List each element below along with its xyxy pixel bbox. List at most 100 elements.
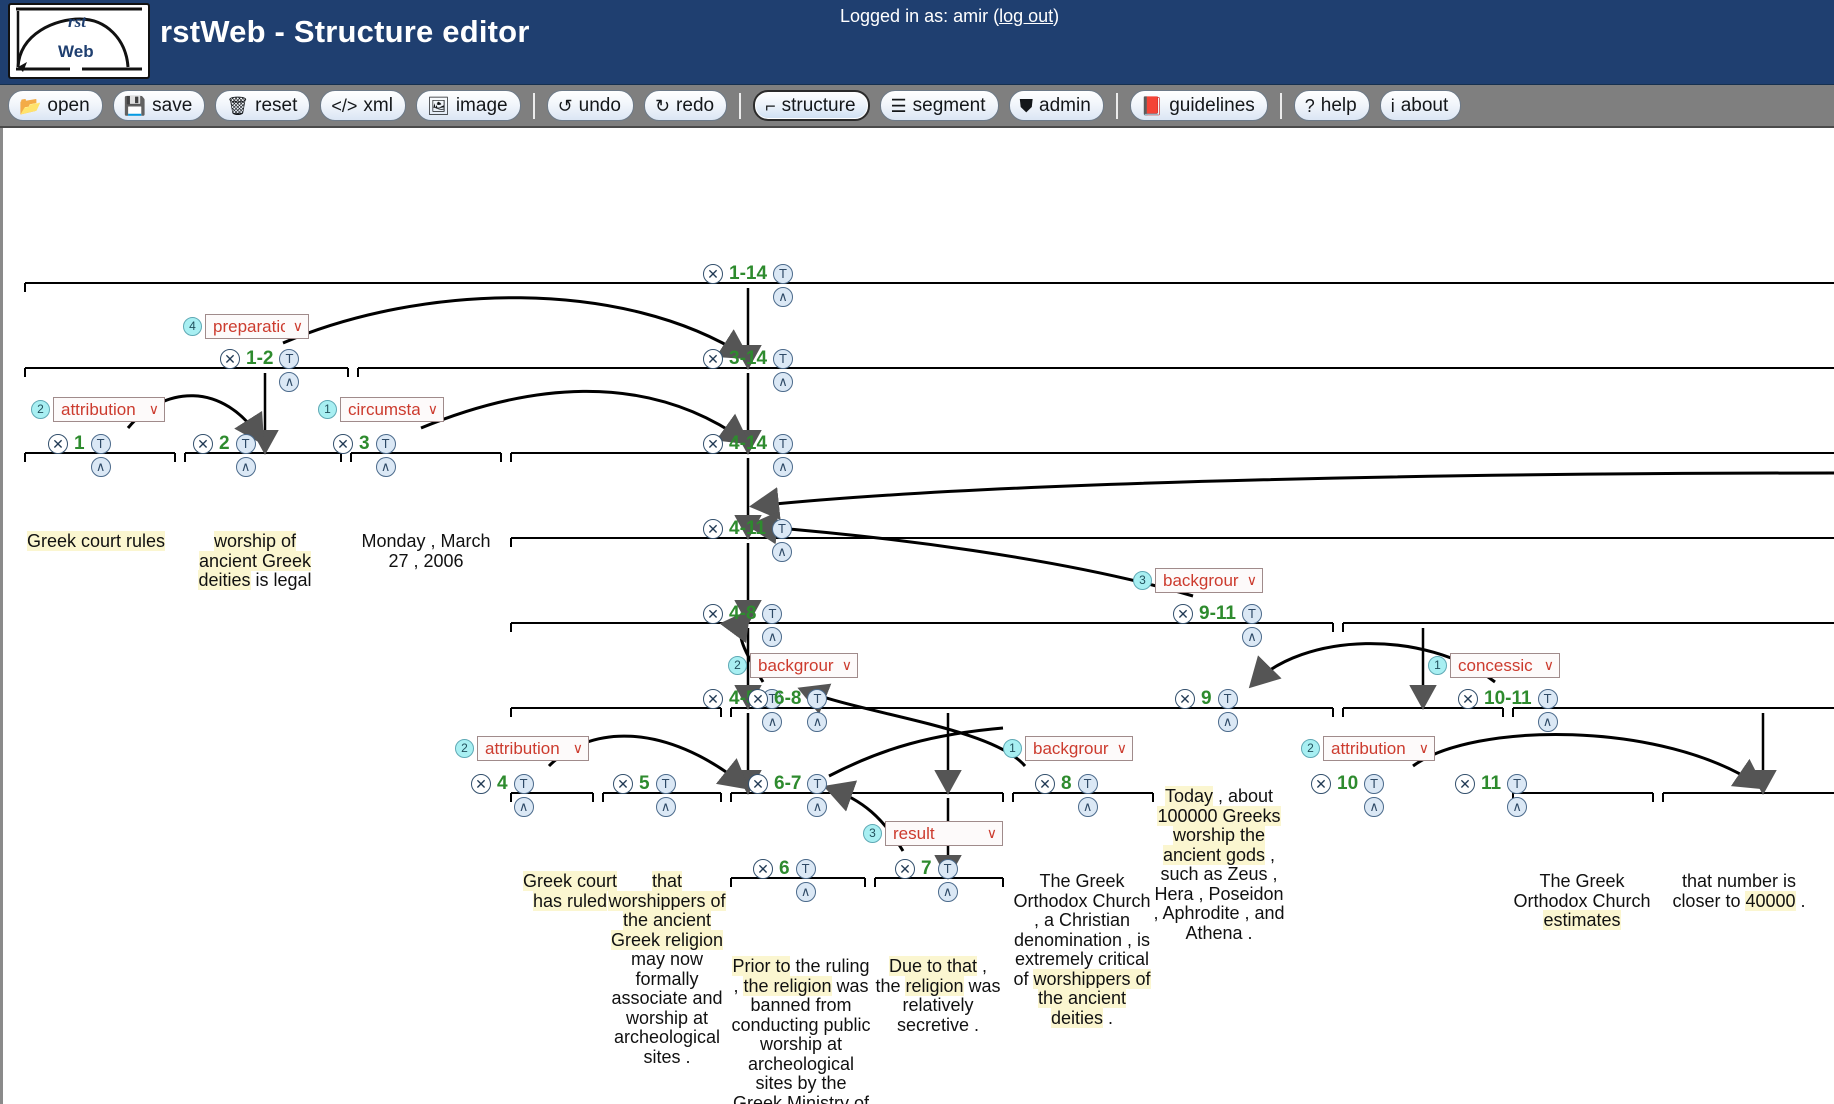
edu-text-8[interactable]: The Greek Orthodox Church , a Christian … bbox=[1013, 871, 1151, 1028]
caret-up-icon[interactable]: ∧ bbox=[90, 457, 111, 477]
tree-node-1-14[interactable]: ✕ 1-14 T ∧ bbox=[703, 264, 794, 307]
caret-up-icon[interactable]: ∧ bbox=[1507, 797, 1528, 817]
text-node-icon[interactable]: T bbox=[773, 434, 794, 454]
toolbar-button-admin[interactable]: ⛊ admin bbox=[1008, 90, 1104, 121]
tree-node-11[interactable]: ✕ 11 T ∧ bbox=[1455, 774, 1528, 817]
node-id-label[interactable]: 3 bbox=[357, 434, 372, 454]
tree-node-1[interactable]: ✕ 1 T ∧ bbox=[48, 434, 111, 477]
delete-node-icon[interactable]: ✕ bbox=[1458, 689, 1478, 709]
caret-up-icon[interactable]: ∧ bbox=[1217, 712, 1238, 732]
tree-node-5[interactable]: ✕ 5 T ∧ bbox=[613, 774, 676, 817]
toolbar-button-about[interactable]: i about bbox=[1379, 90, 1462, 121]
text-node-icon[interactable]: T bbox=[1217, 689, 1238, 709]
node-id-label[interactable]: 4-11 bbox=[727, 519, 768, 539]
node-id-label[interactable]: 9 bbox=[1199, 689, 1214, 709]
tree-node-4-8[interactable]: ✕ 4-8 T ∧ bbox=[703, 604, 783, 647]
text-node-icon[interactable]: T bbox=[1077, 774, 1098, 794]
relation-select-background[interactable]: backgrour ∨ bbox=[750, 653, 858, 678]
relation-group-background[interactable]: 2 backgrour ∨ bbox=[728, 653, 858, 678]
toolbar-button-structure[interactable]: ⌐ structure bbox=[753, 90, 870, 121]
caret-up-icon[interactable]: ∧ bbox=[279, 372, 300, 392]
delete-node-icon[interactable]: ✕ bbox=[1175, 689, 1195, 709]
delete-node-icon[interactable]: ✕ bbox=[1035, 774, 1055, 794]
text-node-icon[interactable]: T bbox=[807, 689, 828, 709]
relation-group-background[interactable]: 3 backgrour ∨ bbox=[1133, 568, 1263, 593]
delete-node-icon[interactable]: ✕ bbox=[703, 604, 723, 624]
relation-group-concession[interactable]: 1 concessic ∨ bbox=[1428, 653, 1560, 678]
relation-order-badge[interactable]: 2 bbox=[1301, 739, 1320, 758]
relation-select-result[interactable]: result ∨ bbox=[885, 821, 1003, 846]
relation-order-badge[interactable]: 2 bbox=[455, 739, 474, 758]
node-id-label[interactable]: 10 bbox=[1335, 774, 1360, 794]
caret-up-icon[interactable]: ∧ bbox=[655, 797, 676, 817]
tree-node-9-11[interactable]: ✕ 9-11 T ∧ bbox=[1173, 604, 1262, 647]
node-id-label[interactable]: 8 bbox=[1059, 774, 1074, 794]
toolbar-button-redo[interactable]: ↻ redo bbox=[643, 90, 728, 121]
node-id-label[interactable]: 1-2 bbox=[244, 349, 275, 369]
delete-node-icon[interactable]: ✕ bbox=[193, 434, 213, 454]
relation-order-badge[interactable]: 4 bbox=[183, 317, 202, 336]
tree-node-4[interactable]: ✕ 4 T ∧ bbox=[471, 774, 534, 817]
caret-up-icon[interactable]: ∧ bbox=[235, 457, 256, 477]
text-node-icon[interactable]: T bbox=[1537, 689, 1558, 709]
caret-up-icon[interactable]: ∧ bbox=[771, 542, 792, 562]
text-node-icon[interactable]: T bbox=[513, 774, 534, 794]
node-id-label[interactable]: 6-7 bbox=[772, 774, 803, 794]
toolbar-button-image[interactable]: 🖼 image bbox=[415, 90, 521, 121]
toolbar-button-help[interactable]: ? help bbox=[1293, 90, 1370, 121]
relation-group-result[interactable]: 3 result ∨ bbox=[863, 821, 1003, 846]
tree-node-6-7[interactable]: ✕ 6-7 T ∧ bbox=[748, 774, 828, 817]
text-node-icon[interactable]: T bbox=[807, 774, 828, 794]
tree-node-8[interactable]: ✕ 8 T ∧ bbox=[1035, 774, 1098, 817]
edu-text-5[interactable]: that worshippers of the ancient Greek re… bbox=[603, 871, 731, 1067]
caret-up-icon[interactable]: ∧ bbox=[773, 372, 794, 392]
edu-text-1[interactable]: Greek court rules bbox=[21, 531, 171, 552]
text-node-icon[interactable]: T bbox=[375, 434, 396, 454]
relation-order-badge[interactable]: 3 bbox=[863, 824, 882, 843]
node-id-label[interactable]: 4 bbox=[495, 774, 510, 794]
caret-up-icon[interactable]: ∧ bbox=[375, 457, 396, 477]
caret-up-icon[interactable]: ∧ bbox=[807, 797, 828, 817]
edu-text-2[interactable]: worship of ancient Greek deities is lega… bbox=[185, 531, 325, 591]
caret-up-icon[interactable]: ∧ bbox=[513, 797, 534, 817]
relation-select-attribution[interactable]: attribution ∨ bbox=[477, 736, 589, 761]
text-node-icon[interactable]: T bbox=[762, 604, 783, 624]
text-node-icon[interactable]: T bbox=[655, 774, 676, 794]
caret-up-icon[interactable]: ∧ bbox=[937, 882, 958, 902]
text-node-icon[interactable]: T bbox=[1507, 774, 1528, 794]
node-id-label[interactable]: 11 bbox=[1479, 774, 1503, 794]
tree-node-9[interactable]: ✕ 9 T ∧ bbox=[1175, 689, 1238, 732]
relation-select-attribution[interactable]: attribution ∨ bbox=[1323, 736, 1435, 761]
delete-node-icon[interactable]: ✕ bbox=[703, 349, 723, 369]
caret-up-icon[interactable]: ∧ bbox=[773, 457, 794, 477]
relation-select-background[interactable]: backgrour ∨ bbox=[1025, 736, 1133, 761]
text-node-icon[interactable]: T bbox=[1241, 604, 1262, 624]
text-node-icon[interactable]: T bbox=[937, 859, 958, 879]
relation-group-attribution[interactable]: 2 attribution ∨ bbox=[31, 397, 165, 422]
edu-text-9[interactable]: Today , about 100000 Greeks worship the … bbox=[1153, 786, 1285, 943]
tree-node-4-14[interactable]: ✕ 4-14 T ∧ bbox=[703, 434, 794, 477]
caret-up-icon[interactable]: ∧ bbox=[807, 712, 828, 732]
text-node-icon[interactable]: T bbox=[771, 519, 792, 539]
relation-group-circumstance[interactable]: 1 circumsta ∨ bbox=[318, 397, 444, 422]
delete-node-icon[interactable]: ✕ bbox=[703, 264, 723, 284]
edu-text-10[interactable]: The Greek Orthodox Church estimates bbox=[1513, 871, 1651, 931]
logout-link[interactable]: log out bbox=[999, 6, 1053, 26]
node-id-label[interactable]: 9-11 bbox=[1197, 604, 1238, 624]
caret-up-icon[interactable]: ∧ bbox=[1241, 627, 1262, 647]
tree-node-10[interactable]: ✕ 10 T ∧ bbox=[1311, 774, 1385, 817]
node-id-label[interactable]: 5 bbox=[637, 774, 652, 794]
rst-tree-canvas[interactable]: ✕ 1-14 T ∧ ✕ 3-14 T ∧ ✕ 1-2 T ∧ ✕ 4-14 T ∧ ✕ 1 T ∧ ✕ 2 T ∧ ✕ 3 T ∧ ✕… bbox=[0, 128, 1834, 1104]
caret-up-icon[interactable]: ∧ bbox=[1077, 797, 1098, 817]
edu-text-3[interactable]: Monday , March 27 , 2006 bbox=[351, 531, 501, 571]
relation-select-attribution[interactable]: attribution ∨ bbox=[53, 397, 165, 422]
toolbar-button-segment[interactable]: ☰ segment bbox=[879, 90, 999, 121]
text-node-icon[interactable]: T bbox=[235, 434, 256, 454]
text-node-icon[interactable]: T bbox=[773, 349, 794, 369]
toolbar-button-save[interactable]: 💾 save bbox=[112, 90, 206, 121]
delete-node-icon[interactable]: ✕ bbox=[613, 774, 633, 794]
relation-select-circumstance[interactable]: circumsta ∨ bbox=[340, 397, 444, 422]
caret-up-icon[interactable]: ∧ bbox=[1537, 712, 1558, 732]
relation-group-background[interactable]: 1 backgrour ∨ bbox=[1003, 736, 1133, 761]
delete-node-icon[interactable]: ✕ bbox=[48, 434, 68, 454]
